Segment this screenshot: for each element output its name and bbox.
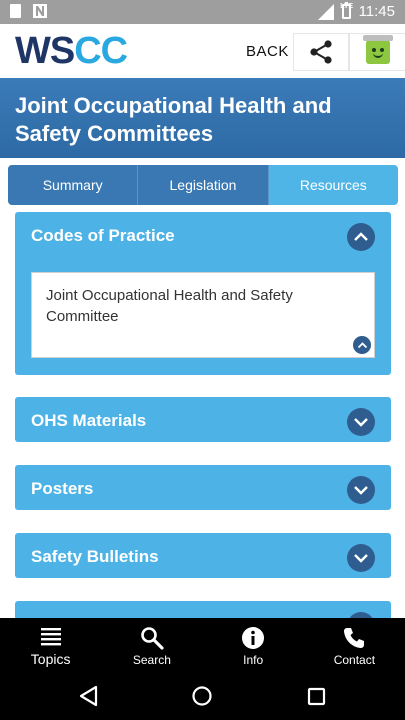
section-title[interactable]: Codes of Practice [31, 226, 175, 246]
section-posters[interactable]: Posters [15, 465, 391, 510]
back-triangle-icon[interactable] [79, 685, 98, 707]
home-circle-icon[interactable] [192, 686, 212, 706]
section-ohs-materials[interactable]: OHS Materials [15, 397, 391, 442]
clock: 11:45 [358, 3, 395, 20]
app-screen: LTE 11:45 WSCC BACK Joint Occupational H… [0, 0, 405, 720]
system-nav-icons [79, 685, 326, 707]
title-banner: Joint Occupational Health and Safety Com… [0, 78, 405, 158]
bottom-nav: Topics Search Info Contact [0, 618, 405, 670]
nav-topics[interactable]: Topics [0, 618, 101, 670]
nav-label: Search [132, 653, 171, 667]
section-title: Posters [31, 479, 94, 498]
workbag-icon [362, 35, 393, 64]
status-bar: LTE 11:45 [0, 0, 405, 24]
nav-search[interactable]: Search [101, 618, 202, 670]
share-button[interactable] [293, 33, 349, 71]
nav-label: Info [243, 653, 264, 667]
search-icon [141, 627, 164, 650]
info-icon [242, 627, 265, 649]
section-codes-of-practice: Codes of Practice Joint Occupational Hea… [15, 212, 391, 375]
tab-summary[interactable]: Summary [8, 165, 139, 205]
item-collapse-button[interactable] [353, 336, 371, 354]
system-nav-bar [0, 670, 405, 720]
logo-part1: WS [15, 30, 75, 72]
nav-label: Contact [333, 653, 376, 667]
tab-resources[interactable]: Resources [268, 165, 398, 205]
tab-legislation[interactable]: Legislation [138, 165, 269, 205]
section-title: Safety Bulletins [31, 547, 159, 566]
tab-bar: Summary Legislation Resources [8, 165, 398, 205]
chevron-up-icon [357, 341, 367, 348]
section-safety-bulletins[interactable]: Safety Bulletins [15, 533, 391, 578]
list-icon [40, 628, 61, 646]
expand-button[interactable] [347, 544, 375, 572]
expand-button[interactable] [347, 408, 375, 436]
chevron-down-icon [354, 554, 368, 563]
share-icon [310, 40, 332, 64]
nav-label: Topics [30, 651, 71, 667]
page-title: Joint Occupational Health and Safety Com… [15, 93, 332, 146]
nav-info[interactable]: Info [203, 618, 304, 670]
battery-icon [341, 2, 351, 19]
phone-icon [344, 628, 365, 648]
wscc-logo[interactable]: WSCC [15, 30, 128, 72]
chevron-up-icon [354, 232, 368, 241]
nav-contact[interactable]: Contact [304, 618, 405, 670]
section-content: Joint Occupational Health and Safety Com… [31, 272, 375, 358]
logo-part2: CC [74, 30, 128, 72]
chevron-down-icon [354, 418, 368, 427]
notification-icon [33, 4, 47, 18]
workbag-button[interactable] [349, 33, 405, 71]
resource-link[interactable]: Joint Occupational Health and Safety Com… [46, 285, 346, 327]
section-title: OHS Materials [31, 411, 147, 430]
back-button[interactable]: BACK [246, 43, 289, 60]
app-header: WSCC BACK [0, 24, 405, 78]
sd-card-icon [10, 4, 21, 18]
recents-square-icon[interactable] [307, 687, 326, 706]
signal-icon [317, 3, 334, 20]
collapse-button[interactable] [347, 223, 375, 251]
chevron-down-icon [354, 486, 368, 495]
expand-button[interactable] [347, 476, 375, 504]
